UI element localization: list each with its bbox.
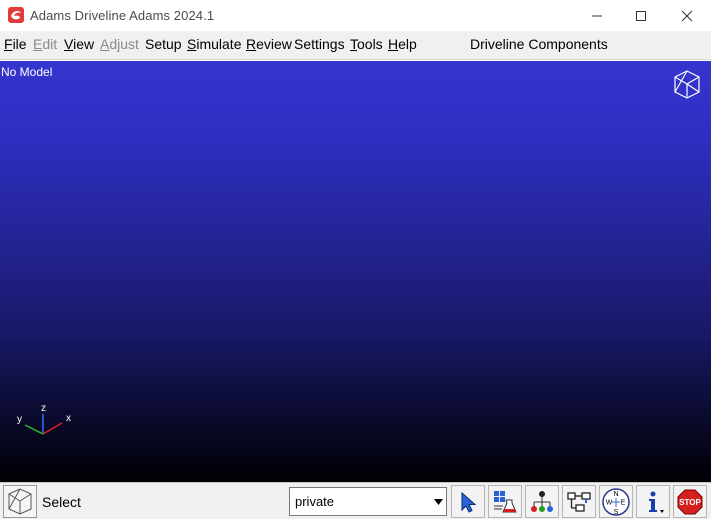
model-hierarchy-icon (531, 490, 553, 512)
triad-z-label: z (41, 403, 46, 414)
model-hierarchy-button[interactable] (525, 485, 559, 518)
menu-label: elp (398, 36, 417, 52)
menu-mnemonic: E (33, 36, 43, 52)
menu-adjust[interactable]: Adjust (100, 36, 139, 52)
browser-tree-button[interactable] (562, 485, 596, 518)
view-orientation-button[interactable]: N S W E (599, 485, 633, 518)
view-orientation-compass-icon: N S W E (602, 487, 630, 516)
database-navigator-button[interactable] (488, 485, 522, 518)
compass-n-label: N (613, 491, 618, 498)
menu-file[interactable]: File (4, 36, 27, 52)
minimize-button[interactable] (574, 0, 620, 31)
menu-mnemonic: A (100, 36, 110, 52)
database-navigator-icon (494, 490, 517, 512)
menu-setup[interactable]: Setup (145, 36, 182, 52)
menu-mnemonic: S (187, 36, 197, 52)
view-cube-outline-icon (8, 488, 32, 515)
window-title: Adams Driveline Adams 2024.1 (30, 8, 215, 23)
close-icon (681, 10, 693, 21)
menu-settings[interactable]: Settings (294, 36, 345, 52)
select-tool-button[interactable] (451, 485, 485, 518)
view-cube-icon[interactable] (672, 67, 702, 101)
menu-label: djust (109, 36, 139, 52)
adams-logo-icon (8, 7, 24, 23)
menu-edit[interactable]: Edit (33, 36, 57, 52)
menu-help[interactable]: Help (388, 36, 417, 52)
triad-y-label: y (17, 414, 22, 425)
menu-label: ools (357, 36, 383, 52)
menu-mnemonic: H (388, 36, 399, 52)
menu-simulate[interactable]: Simulate (187, 36, 241, 52)
minimize-icon (592, 15, 602, 16)
status-bar: Select private N S W E STOP (0, 482, 711, 519)
menu-label: imulate (196, 36, 242, 52)
compass-e-label: E (621, 499, 626, 506)
triad-x-label: x (66, 413, 71, 424)
menu-mnemonic: F (4, 36, 13, 52)
maximize-icon (636, 10, 646, 21)
title-bar: Adams Driveline Adams 2024.1 (0, 0, 711, 31)
menu-label: ile (12, 36, 27, 52)
model-status-text: No Model (1, 65, 53, 79)
menu-label: eview (256, 36, 292, 52)
menu-label: Settings (294, 36, 345, 52)
close-button[interactable] (664, 0, 710, 31)
browser-tree-icon (567, 491, 591, 512)
menu-mnemonic: T (350, 36, 357, 52)
stop-label: STOP (679, 498, 701, 507)
menu-review[interactable]: Review (246, 36, 292, 52)
mode-title: Driveline Components (470, 36, 608, 52)
information-button[interactable] (636, 485, 670, 518)
menu-mnemonic: R (246, 36, 257, 52)
menu-label: dit (42, 36, 58, 52)
menu-view[interactable]: View (64, 36, 94, 52)
coordinate-triad-icon: z x y (17, 403, 71, 435)
stop-button[interactable]: STOP (673, 485, 707, 518)
status-mode-label: Select (42, 494, 81, 510)
database-select[interactable]: private (289, 487, 447, 516)
chevron-down-icon[interactable] (430, 488, 446, 515)
database-select-value: private (295, 494, 335, 509)
menu-label: Setup (145, 36, 182, 52)
menu-tools[interactable]: Tools (350, 36, 383, 52)
select-mode-button[interactable] (3, 485, 37, 518)
information-icon (649, 491, 664, 513)
menu-bar: File Edit View Adjust Setup Simulate Rev… (0, 31, 711, 60)
menu-label: iew (73, 36, 95, 52)
compass-w-label: W (606, 499, 613, 506)
compass-s-label: S (614, 509, 619, 516)
menu-mnemonic: V (64, 36, 74, 52)
graphics-viewport[interactable]: No Model z x y (0, 61, 711, 482)
select-arrow-icon (461, 491, 477, 513)
stop-icon: STOP (677, 489, 703, 514)
maximize-button[interactable] (618, 0, 664, 31)
